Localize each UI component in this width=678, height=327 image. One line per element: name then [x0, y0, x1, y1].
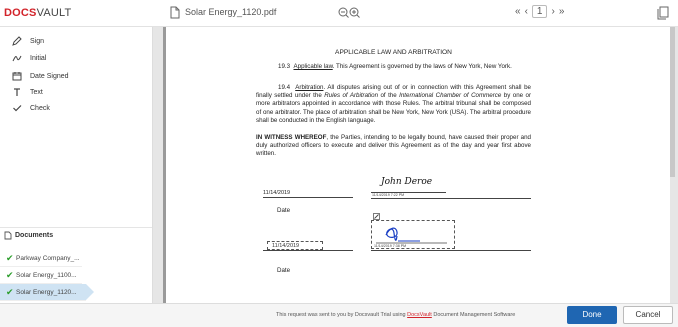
next-page-button[interactable]: › [551, 6, 554, 17]
documents-header: Documents [0, 227, 152, 242]
document-item-parkway[interactable]: ✔ Parkway Company_... [0, 250, 82, 267]
prev-page-button[interactable]: ‹ [525, 6, 528, 17]
tool-check[interactable]: Check [12, 102, 50, 114]
file-icon [170, 6, 180, 19]
text-icon [14, 88, 20, 96]
sidebar: Sign Initial Date Signed Text Check Docu… [0, 27, 153, 303]
pen-icon [12, 36, 22, 46]
checkmark-icon: ✔ [6, 253, 14, 263]
last-page-button[interactable]: » [559, 6, 565, 17]
document-icon [4, 231, 12, 240]
edit-icon[interactable] [373, 213, 380, 220]
date-label-2: Date [277, 267, 291, 274]
date-value-1: 11/14/2019 [263, 190, 291, 196]
top-bar: DOCSVAULT Solar Energy_1120.pdf « ‹ 1 › » [0, 0, 678, 27]
clause-19-3: 19.3 Applicable law. This Agreement is g… [278, 63, 512, 70]
page-number-input[interactable]: 1 [531, 5, 548, 18]
date-line-2 [263, 250, 353, 251]
tool-date-signed[interactable]: Date Signed [12, 70, 69, 82]
date-line-1 [263, 197, 353, 198]
calendar-icon [12, 72, 22, 81]
initial-icon [12, 55, 22, 62]
pdf-page: APPLICABLE LAW AND ARBITRATION 19.3 Appl… [163, 27, 670, 303]
signature-line-1 [371, 198, 531, 199]
done-button[interactable]: Done [567, 306, 617, 324]
signature-text[interactable]: John Deroe [381, 177, 432, 187]
date-field-2[interactable]: 11/14/2019 [267, 241, 323, 250]
cancel-button[interactable]: Cancel [623, 306, 673, 324]
checkmark-icon: ✔ [6, 270, 14, 280]
zoom-controls [338, 7, 360, 18]
document-viewer: APPLICABLE LAW AND ARBITRATION 19.3 Appl… [153, 27, 678, 303]
scrollbar-thumb[interactable] [670, 27, 675, 177]
page-navigator: « ‹ 1 › » [515, 5, 568, 18]
zoom-in-icon[interactable] [349, 7, 360, 18]
footer-message: This request was sent to you by Docsvaul… [276, 312, 516, 318]
docsvault-link[interactable]: DocsVault [407, 312, 432, 318]
section-heading: APPLICABLE LAW AND ARBITRATION [335, 49, 452, 56]
docsvault-logo: DOCSVAULT [4, 7, 72, 19]
signature-line-2 [371, 250, 531, 251]
signature-field[interactable]: 11/14/2019 7:38 PM [371, 220, 455, 249]
zoom-out-icon[interactable] [338, 7, 349, 18]
witness-paragraph: IN WITNESS WHEREOF, the Parties, intendi… [256, 134, 532, 158]
date-label-1: Date [277, 207, 291, 214]
tool-initial[interactable]: Initial [12, 52, 46, 64]
document-item-solar-1120[interactable]: ✔ Solar Energy_1120... [0, 284, 94, 301]
clause-19-4: 19.4 Arbitration. All disputes arising o… [256, 84, 532, 124]
signature-timestamp-1: 11/14/2019 7:22 PM [372, 193, 405, 197]
checkmark-icon: ✔ [6, 287, 14, 297]
footer-bar: This request was sent to you by Docsvaul… [0, 303, 678, 327]
file-name: Solar Energy_1120.pdf [185, 7, 277, 17]
tool-text[interactable]: Text [12, 86, 43, 98]
first-page-button[interactable]: « [515, 6, 521, 17]
tool-sign[interactable]: Sign [12, 35, 44, 47]
signature-timestamp-2: 11/14/2019 7:38 PM [374, 244, 407, 248]
check-icon [13, 105, 22, 112]
document-item-solar-1100[interactable]: ✔ Solar Energy_1100... [0, 267, 82, 284]
copy-icon[interactable] [657, 6, 669, 20]
